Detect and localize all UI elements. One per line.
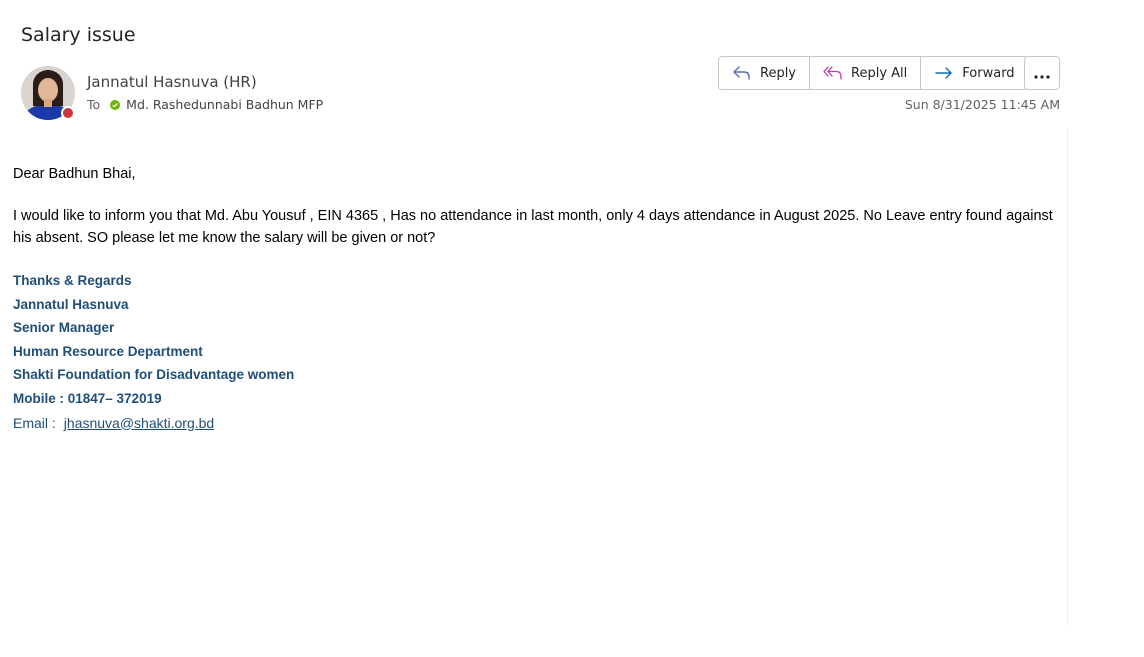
signature-email-link[interactable]: jhasnuva@shakti.org.bd bbox=[64, 415, 214, 431]
body-paragraph: I would like to inform you that Md. Abu … bbox=[13, 208, 1053, 246]
signature-title: Senior Manager bbox=[13, 320, 115, 336]
to-label: To bbox=[87, 97, 101, 112]
signature-email-line: Email : jhasnuva@shakti.org.bd bbox=[13, 411, 1063, 435]
signature-organization: Shakti Foundation for Disadvantage women bbox=[13, 367, 295, 383]
signature-department: Human Resource Department bbox=[13, 343, 203, 359]
reply-arrow-icon bbox=[732, 65, 752, 81]
email-reading-pane: Salary issue Jannatul Hasnuva (HR) To Md… bbox=[0, 0, 1144, 657]
forward-button[interactable]: Forward bbox=[921, 57, 1027, 89]
more-dots-icon bbox=[1033, 64, 1051, 83]
reply-button[interactable]: Reply bbox=[719, 57, 811, 89]
signature-closing: Thanks & Regards bbox=[13, 273, 132, 288]
signature-email-label: Email : bbox=[13, 414, 56, 431]
reply-label: Reply bbox=[760, 65, 797, 81]
recipient-name[interactable]: Md. Rashedunnabi Badhun MFP bbox=[126, 97, 323, 112]
greeting: Dear Badhun Bhai, bbox=[13, 166, 136, 182]
forward-arrow-icon bbox=[934, 65, 954, 81]
email-action-toolbar: Reply Reply All Forward bbox=[718, 56, 1029, 90]
reply-all-label: Reply All bbox=[851, 65, 908, 81]
reply-all-icon bbox=[823, 65, 843, 81]
recipient-line: To Md. Rashedunnabi Badhun MFP bbox=[87, 97, 323, 112]
reply-all-button[interactable]: Reply All bbox=[810, 57, 922, 89]
more-actions-button[interactable] bbox=[1024, 56, 1060, 90]
email-body: Dear Badhun Bhai, I would like to inform… bbox=[13, 163, 1063, 435]
signature-name: Jannatul Hasnuva bbox=[13, 296, 129, 312]
email-signature: Thanks & Regards Jannatul Hasnuva Senior… bbox=[13, 269, 1063, 435]
available-status-icon bbox=[110, 99, 121, 110]
sender-name[interactable]: Jannatul Hasnuva (HR) bbox=[87, 73, 257, 91]
presence-busy-icon bbox=[61, 106, 75, 120]
email-timestamp: Sun 8/31/2025 11:45 AM bbox=[904, 97, 1060, 112]
forward-label: Forward bbox=[962, 65, 1015, 81]
signature-mobile: Mobile : 01847– 372019 bbox=[13, 390, 162, 406]
pane-divider bbox=[1067, 128, 1068, 625]
email-subject: Salary issue bbox=[21, 24, 136, 46]
